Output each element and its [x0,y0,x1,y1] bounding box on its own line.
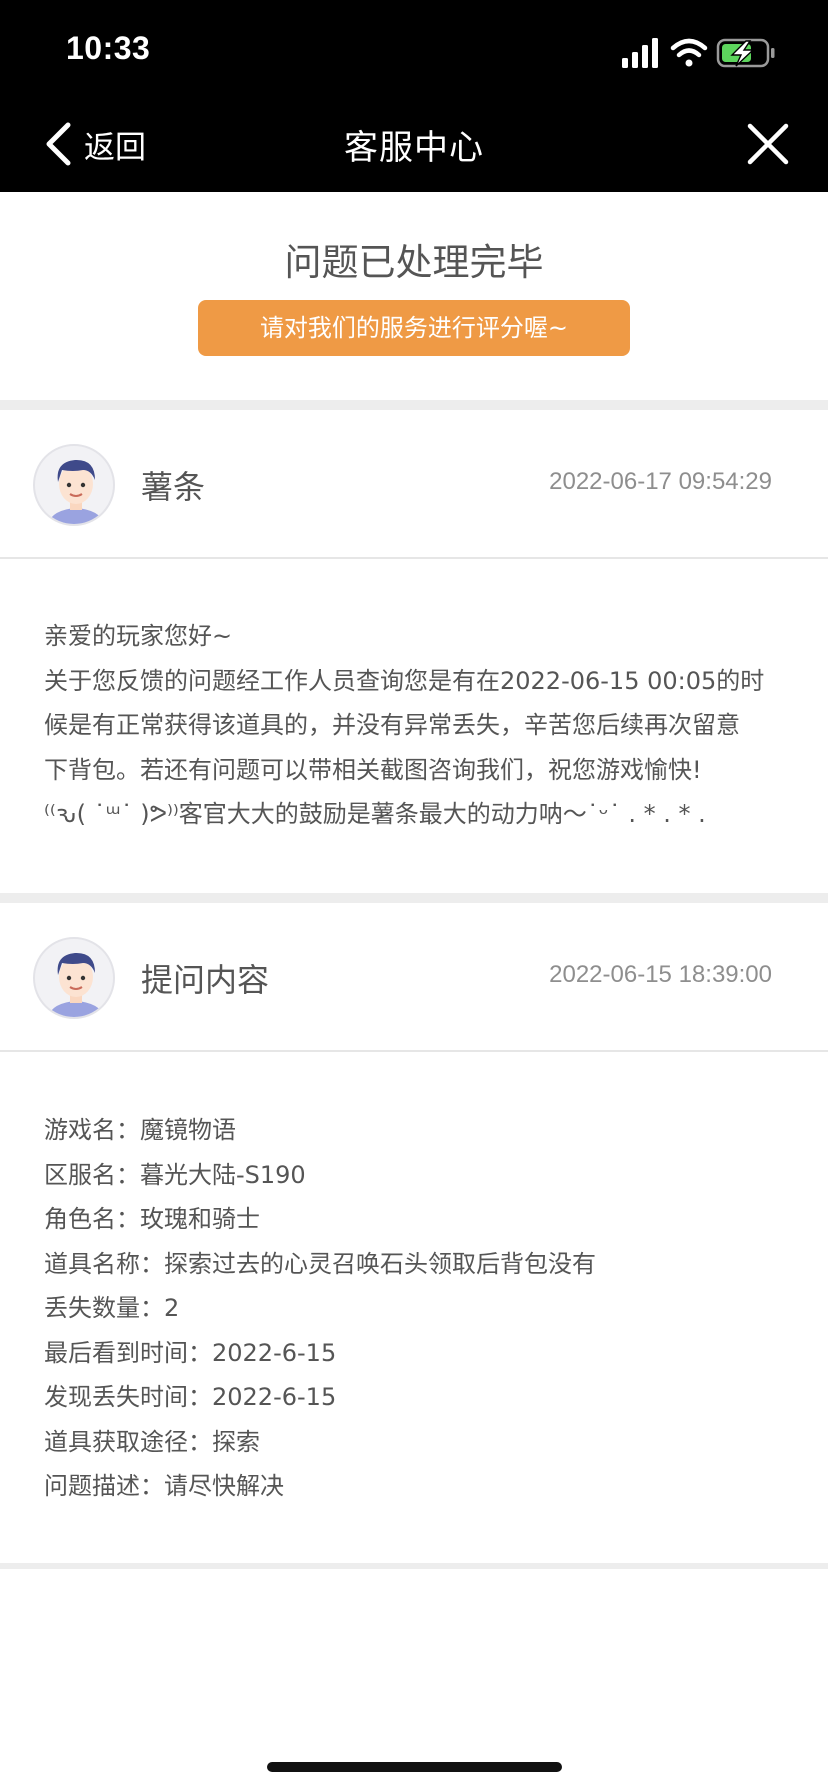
detail-label: 问题描述： [44,1472,164,1500]
detail-value: 玫瑰和骑士 [140,1205,260,1233]
question-details: 游戏名：魔镜物语 区服名：暮光大陆-S190 角色名：玫瑰和骑士 道具名称：探索… [44,1108,804,1509]
detail-label: 游戏名： [44,1116,140,1144]
detail-value: 2022-6-15 [212,1383,337,1411]
battery-charging-icon [716,38,775,68]
detail-row: 丢失数量：2 [44,1286,804,1331]
detail-label: 角色名： [44,1205,140,1233]
section-divider [0,400,828,410]
detail-row: 游戏名：魔镜物语 [44,1108,804,1153]
reply-header: 薯条 2022-06-17 09:54:29 [0,410,828,558]
detail-value: 探索过去的心灵召唤石头领取后背包没有 [164,1249,596,1278]
detail-row: 问题描述：请尽快解决 [44,1464,804,1509]
detail-label: 丢失数量： [44,1294,164,1322]
reply-timestamp: 2022-06-17 09:54:29 [549,468,772,495]
reply-sender-name: 薯条 [141,468,206,506]
detail-value: 2022-6-15 [212,1338,337,1367]
question-timestamp: 2022-06-15 18:39:00 [549,961,772,988]
detail-value: 请尽快解决 [164,1472,284,1500]
resolved-title: 问题已处理完毕 [284,241,544,284]
section-divider [0,893,828,903]
detail-label: 区服名： [44,1160,140,1189]
close-icon [747,123,789,165]
reply-line: 关于您反馈的问题经工作人员查询您是有在2022-06-15 00:05的时 [44,666,765,695]
section-divider [0,1563,828,1569]
status-bar: 10:33 [0,0,828,96]
detail-row: 道具获取途径：探索 [44,1420,804,1465]
wifi-icon [670,38,708,67]
rate-service-button[interactable]: 请对我们的服务进行评分喔~ [198,300,630,356]
detail-value: 2 [164,1294,180,1322]
home-indicator[interactable] [267,1762,562,1772]
status-time: 10:33 [66,30,151,66]
detail-row: 角色名：玫瑰和骑士 [44,1197,804,1242]
reply-line: ⁽⁽ԅ( ˙ᵚ˙ )ᕗ⁾⁾客官大大的鼓励是薯条最大的动力呐～˙ᵕ˙ . * . … [44,800,706,828]
reply-line: 候是有正常获得该道具的，并没有异常丢失，辛苦您后续再次留意 [44,711,740,739]
close-button[interactable] [746,122,790,166]
detail-row: 道具名称：探索过去的心灵召唤石头领取后背包没有 [44,1242,804,1287]
detail-row: 区服名：暮光大陆-S190 [44,1153,804,1198]
detail-row: 最后看到时间：2022-6-15 [44,1331,804,1376]
avatar [33,444,115,526]
detail-label: 最后看到时间： [44,1338,212,1367]
reply-line: 下背包。若还有问题可以带相关截图咨询我们，祝您游戏愉快! [44,755,702,784]
detail-label: 发现丢失时间： [44,1383,212,1411]
avatar [33,937,115,1019]
detail-row: 发现丢失时间：2022-6-15 [44,1375,804,1420]
status-icons [622,36,790,70]
detail-label: 道具获取途径： [44,1427,212,1456]
detail-value: 暮光大陆-S190 [140,1160,306,1189]
page-title: 客服中心 [344,128,484,168]
reply-message: 亲爱的玩家您好~ 关于您反馈的问题经工作人员查询您是有在2022-06-15 0… [44,614,804,837]
nav-bar: 返回 客服中心 [0,96,828,192]
header-divider [0,1050,828,1052]
detail-label: 道具名称： [44,1249,164,1278]
reply-line: 亲爱的玩家您好~ [44,622,233,650]
resolved-section: 问题已处理完毕 请对我们的服务进行评分喔~ [0,192,828,400]
question-sender-name: 提问内容 [141,961,270,999]
detail-value: 魔镜物语 [140,1116,236,1144]
question-header: 提问内容 2022-06-15 18:39:00 [0,903,828,1051]
signal-icon [622,38,658,68]
detail-value: 探索 [212,1427,260,1456]
header-divider [0,557,828,559]
